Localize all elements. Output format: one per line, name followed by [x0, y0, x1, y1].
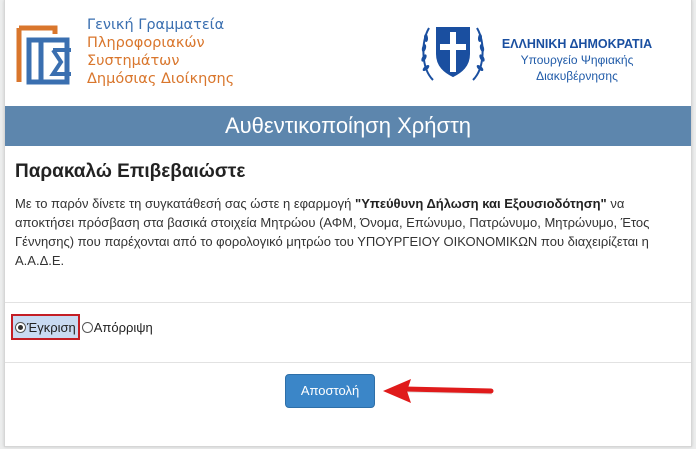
- gsis-line-2: Πληροφοριακών: [87, 35, 205, 51]
- consent-text: Με το παρόν δίνετε τη συγκατάθεσή σας ώσ…: [15, 194, 683, 270]
- header: Γενική Γραμματεία Πληροφοριακών Συστημάτ…: [5, 0, 691, 106]
- approve-option[interactable]: Έγκριση: [11, 314, 80, 340]
- app-name: "Υπεύθυνη Δήλωση και Εξουσιοδότηση": [355, 196, 607, 211]
- government-name: ΕΛΛΗΝΙΚΗ ΔΗΜΟΚΡΑΤΙΑ Υπουργείο Ψηφιακής Δ…: [493, 36, 661, 84]
- approve-radio[interactable]: [15, 321, 26, 333]
- gsis-line-4: Δημόσιας Διοίκησης: [87, 71, 235, 87]
- confirm-heading: Παρακαλώ Επιβεβαιώστε: [15, 161, 246, 182]
- gsis-name: Γενική Γραμματεία Πληροφοριακών Συστημάτ…: [87, 16, 234, 88]
- page-title: Αυθεντικοποίηση Χρήστη: [5, 106, 691, 146]
- divider: [5, 302, 691, 303]
- gsis-line-1: Γενική Γραμματεία: [87, 17, 225, 33]
- reject-radio[interactable]: [81, 321, 93, 333]
- arrow-left-icon: [383, 379, 494, 403]
- consent-text-part-1: Με το παρόν δίνετε τη συγκατάθεσή σας ώσ…: [15, 196, 356, 211]
- divider: [5, 362, 691, 363]
- consent-section: Παρακαλώ Επιβεβαιώστε Με το παρόν δίνετε…: [15, 160, 683, 270]
- ministry-line-1: Υπουργείο Ψηφιακής: [520, 53, 634, 67]
- approve-label: Έγκριση: [27, 319, 76, 335]
- gsis-logo-icon: [16, 25, 71, 85]
- reject-option[interactable]: Απόρριψη: [81, 319, 153, 335]
- submit-button[interactable]: Αποστολή: [285, 374, 375, 408]
- ministry-line-2: Διακυβέρνησης: [536, 69, 618, 83]
- gsis-line-3: Συστημάτων: [87, 53, 180, 69]
- reject-label: Απόρριψη: [93, 319, 153, 335]
- greek-emblem-icon: [421, 27, 485, 81]
- auth-card: Γενική Γραμματεία Πληροφοριακών Συστημάτ…: [4, 0, 692, 447]
- government-title: ΕΛΛΗΝΙΚΗ ΔΗΜΟΚΡΑΤΙΑ: [501, 37, 653, 51]
- consent-options: Έγκριση Απόρριψη: [11, 313, 153, 341]
